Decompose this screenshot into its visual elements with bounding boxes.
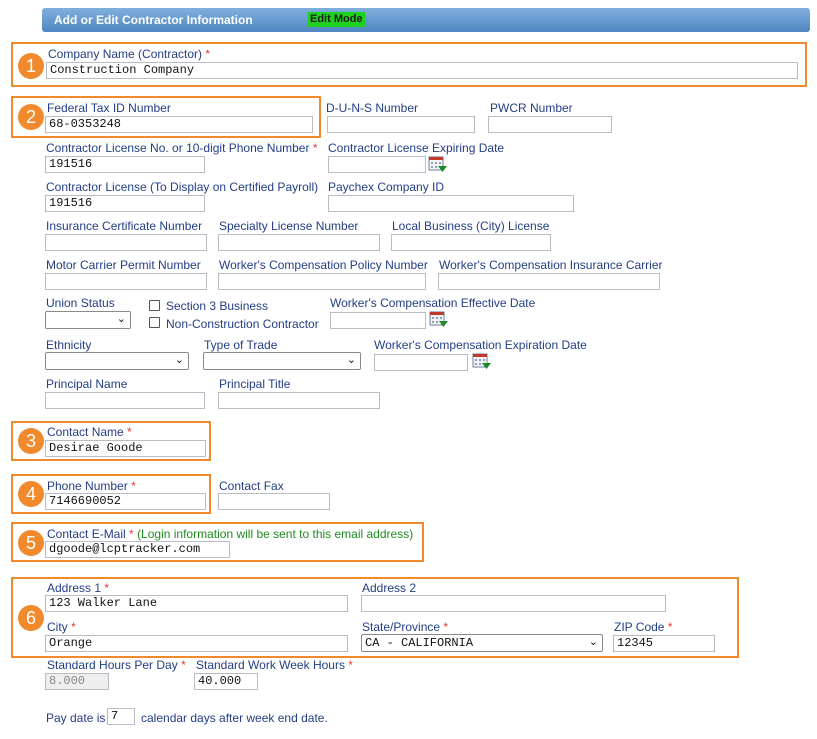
address1-input[interactable]: 123 Walker Lane [45, 595, 348, 612]
city-label: City * [47, 620, 76, 634]
address2-input[interactable] [361, 595, 666, 612]
address2-label: Address 2 [362, 581, 417, 595]
city-input[interactable]: Orange [45, 635, 348, 652]
calendar-icon[interactable] [428, 155, 448, 173]
pwcr-input[interactable] [488, 116, 612, 133]
chevron-down-icon: ⌄ [174, 353, 184, 366]
federal-tax-id-label: Federal Tax ID Number [47, 101, 171, 115]
company-name-input[interactable]: Construction Company [46, 62, 798, 79]
edit-mode-badge: Edit Mode [308, 12, 365, 27]
wc-carrier-label: Worker's Compensation Insurance Carrier [439, 258, 663, 272]
type-of-trade-label: Type of Trade [204, 338, 278, 352]
wc-effective-input[interactable] [330, 312, 426, 329]
union-status-select[interactable]: ⌄ [45, 311, 131, 329]
contact-email-label: Contact E-Mail * (Login information will… [47, 527, 414, 541]
contractor-license-label: Contractor License No. or 10-digit Phone… [46, 141, 318, 155]
chevron-down-icon: ⌄ [346, 353, 356, 366]
non-construction-checkbox[interactable] [149, 317, 160, 328]
non-construction-label: Non-Construction Contractor [166, 317, 319, 331]
state-label: State/Province * [362, 620, 449, 634]
motor-carrier-label: Motor Carrier Permit Number [46, 258, 201, 272]
principal-name-label: Principal Name [46, 377, 128, 391]
license-expiring-input[interactable] [328, 156, 426, 173]
duns-label: D-U-N-S Number [326, 101, 419, 115]
section3-checkbox[interactable] [149, 300, 160, 311]
form-title: Add or Edit Contractor Information [54, 13, 253, 27]
wc-effective-label: Worker's Compensation Effective Date [330, 296, 536, 310]
std-hours-day-input: 8.000 [45, 673, 109, 690]
callout-badge-6: 6 [18, 605, 44, 631]
insurance-cert-label: Insurance Certificate Number [46, 219, 203, 233]
pay-date-input[interactable]: 7 [107, 708, 135, 725]
callout-badge-4: 4 [18, 481, 44, 507]
calendar-icon[interactable] [472, 352, 492, 370]
principal-title-input[interactable] [218, 392, 380, 409]
contact-name-input[interactable]: Desirae Goode [45, 440, 206, 457]
calendar-icon[interactable] [429, 310, 449, 328]
wc-policy-label: Worker's Compensation Policy Number [219, 258, 428, 272]
callout-badge-2: 2 [18, 104, 44, 130]
union-status-label: Union Status [46, 296, 115, 310]
contact-name-label: Contact Name * [47, 425, 132, 439]
wc-expiration-label: Worker's Compensation Expiration Date [374, 338, 587, 352]
callout-badge-1: 1 [18, 53, 44, 79]
pay-date-suffix: calendar days after week end date. [141, 711, 328, 725]
ethnicity-label: Ethnicity [46, 338, 92, 352]
std-hours-week-label: Standard Work Week Hours * [196, 658, 353, 672]
callout-badge-3: 3 [18, 428, 44, 454]
license-display-input[interactable]: 191516 [45, 195, 205, 212]
chevron-down-icon: ⌄ [116, 312, 126, 325]
zip-input[interactable]: 12345 [613, 635, 715, 652]
contact-fax-input[interactable] [218, 493, 330, 510]
callout-badge-5: 5 [18, 530, 44, 556]
paychex-id-label: Paychex Company ID [328, 180, 445, 194]
company-name-label: Company Name (Contractor) * [48, 47, 211, 61]
paychex-id-input[interactable] [328, 195, 574, 212]
wc-policy-input[interactable] [218, 273, 426, 290]
specialty-license-label: Specialty License Number [219, 219, 359, 233]
phone-label: Phone Number * [47, 479, 136, 493]
phone-input[interactable]: 7146690052 [45, 493, 206, 510]
std-hours-week-input[interactable]: 40.000 [194, 673, 258, 690]
address1-label: Address 1 * [47, 581, 110, 595]
license-expiring-label: Contractor License Expiring Date [328, 141, 505, 155]
motor-carrier-input[interactable] [45, 273, 207, 290]
wc-carrier-input[interactable] [438, 273, 660, 290]
federal-tax-id-input[interactable]: 68-0353248 [45, 116, 313, 133]
license-display-label: Contractor License (To Display on Certif… [46, 180, 319, 194]
principal-name-input[interactable] [45, 392, 205, 409]
duns-input[interactable] [327, 116, 475, 133]
state-select[interactable]: CA - CALIFORNIA ⌄ [361, 634, 603, 652]
pwcr-label: PWCR Number [490, 101, 573, 115]
local-business-license-label: Local Business (City) License [392, 219, 550, 233]
wc-expiration-input[interactable] [374, 354, 468, 371]
insurance-cert-input[interactable] [45, 234, 207, 251]
principal-title-label: Principal Title [219, 377, 291, 391]
contractor-license-input[interactable]: 191516 [45, 156, 205, 173]
chevron-down-icon: ⌄ [588, 635, 598, 648]
zip-label: ZIP Code * [614, 620, 673, 634]
contact-email-input[interactable]: dgoode@lcptracker.com [45, 541, 230, 558]
specialty-license-input[interactable] [218, 234, 380, 251]
ethnicity-select[interactable]: ⌄ [45, 352, 189, 370]
type-of-trade-select[interactable]: ⌄ [203, 352, 361, 370]
local-business-license-input[interactable] [391, 234, 551, 251]
pay-date-prefix: Pay date is [46, 711, 106, 725]
std-hours-day-label: Standard Hours Per Day * [47, 658, 186, 672]
contact-fax-label: Contact Fax [219, 479, 284, 493]
section3-label: Section 3 Business [166, 299, 269, 313]
